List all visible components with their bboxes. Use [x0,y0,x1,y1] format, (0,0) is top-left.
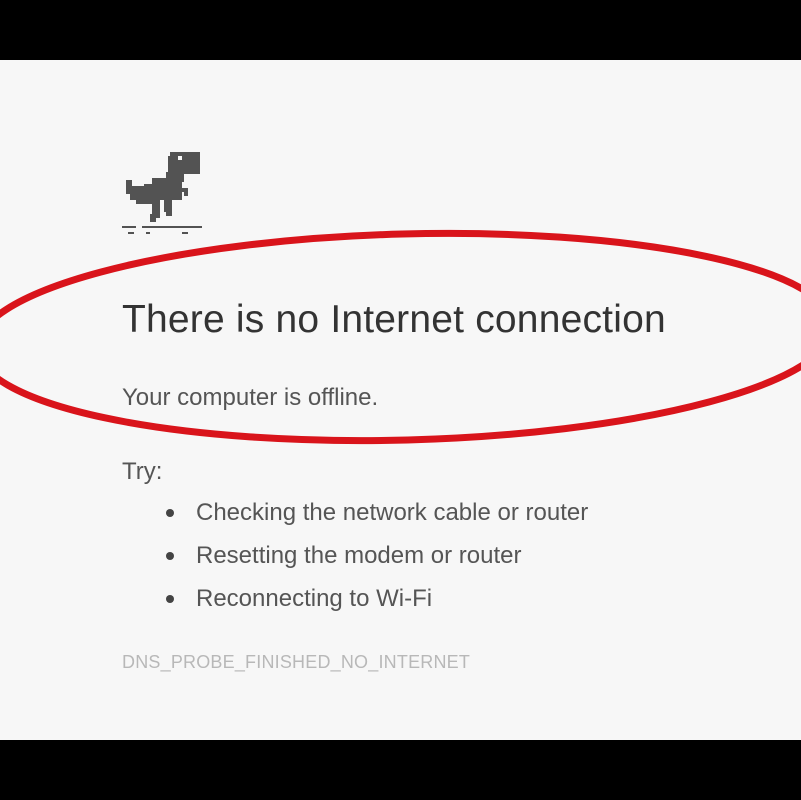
bullet-icon [166,595,174,603]
suggestion-text: Checking the network cable or router [196,499,589,526]
suggestion-text: Resetting the modem or router [196,542,522,569]
letterbox-top [0,0,801,60]
suggestion-list: Checking the network cable or router Res… [160,495,588,624]
red-ellipse-annotation [0,229,801,445]
error-subline: Your computer is offline. [122,384,379,411]
error-code: DNS_PROBE_FINISHED_NO_INTERNET [122,652,471,672]
suggestion-item: Resetting the modem or router [160,538,588,581]
bullet-icon [166,552,174,560]
offline-dinosaur-icon [122,152,202,234]
letterbox-bottom [0,740,801,800]
bullet-icon [166,509,174,517]
try-label: Try: [122,458,163,485]
suggestion-item: Checking the network cable or router [160,495,588,538]
error-headline: There is no Internet connection [122,298,666,341]
offline-error-page: There is no Internet connection Your com… [0,60,801,740]
suggestion-text: Reconnecting to Wi-Fi [196,585,433,612]
suggestion-item: Reconnecting to Wi-Fi [160,581,588,624]
